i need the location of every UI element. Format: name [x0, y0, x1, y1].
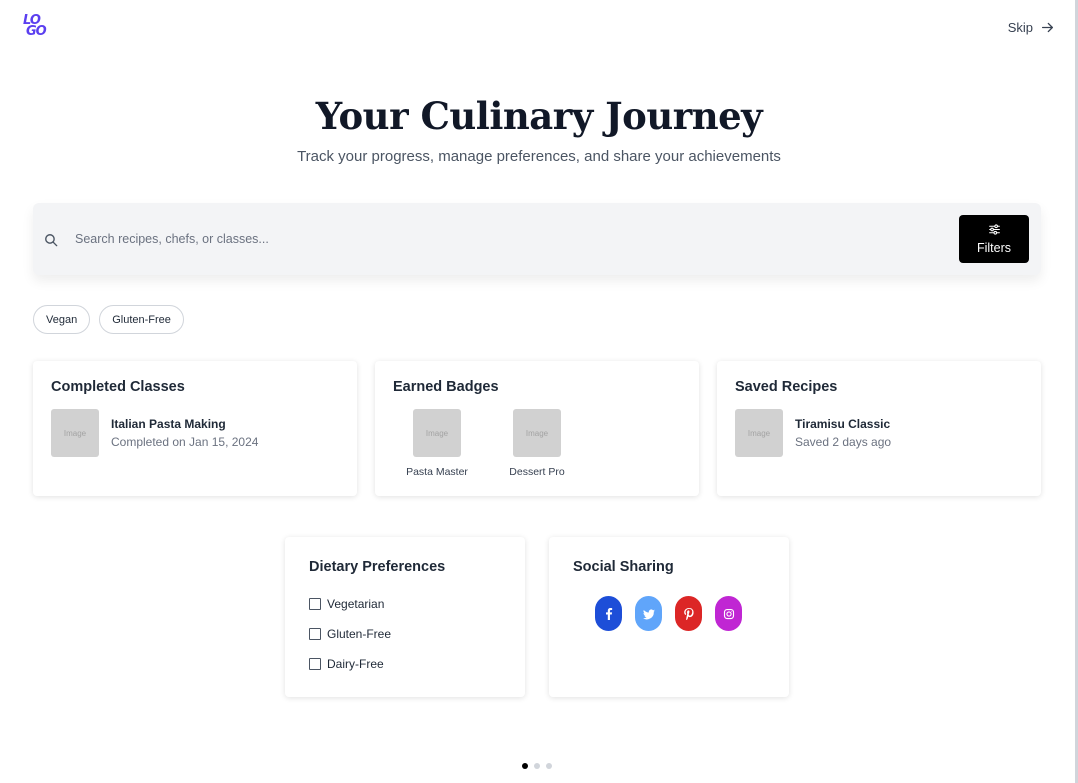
page-title: Your Culinary Journey — [315, 94, 763, 138]
earned-badges-card: Earned Badges Image Pasta Master Image D… — [375, 361, 699, 496]
social-sharing-title: Social Sharing — [573, 559, 674, 575]
saved-recipes-title: Saved Recipes — [735, 379, 838, 395]
chip-vegan[interactable]: Vegan — [33, 305, 91, 334]
chip-label: Gluten-Free — [112, 313, 171, 326]
badge-image: Image — [513, 409, 561, 457]
chip-gluten-free[interactable]: Gluten-Free — [99, 305, 184, 334]
facebook-icon — [605, 607, 612, 620]
arrow-right-icon — [1041, 22, 1054, 33]
filters-label: Filters — [976, 241, 1012, 255]
pref-label: Vegetarian — [327, 597, 385, 611]
badge-label: Pasta Master — [406, 466, 468, 478]
pref-gluten-free[interactable]: Gluten-Free — [309, 627, 391, 641]
skip-button[interactable]: Skip — [1008, 20, 1054, 35]
checkbox[interactable] — [309, 658, 321, 670]
search-bar: Filters — [33, 203, 1041, 275]
filter-chips: Vegan Gluten-Free — [33, 305, 184, 334]
recipe-name[interactable]: Tiramisu Classic — [795, 417, 890, 431]
search-input[interactable] — [75, 225, 935, 253]
social-sharing-card: Social Sharing — [549, 537, 789, 697]
pagination-dot-3[interactable] — [546, 763, 552, 769]
checkbox[interactable] — [309, 628, 321, 640]
dietary-preferences-card: Dietary Preferences Vegetarian Gluten-Fr… — [285, 537, 525, 697]
class-thumbnail: Image — [51, 409, 99, 457]
pref-label: Gluten-Free — [327, 627, 392, 641]
search-icon — [45, 234, 58, 247]
filters-button[interactable]: Filters — [959, 215, 1029, 263]
instagram-icon — [723, 608, 734, 619]
checkbox[interactable] — [309, 598, 321, 610]
badge-item[interactable]: Image Pasta Master — [397, 409, 477, 478]
class-completed-date: Completed on Jan 15, 2024 — [111, 435, 259, 449]
earned-badges-title: Earned Badges — [393, 379, 499, 395]
image-placeholder-text: Image — [525, 428, 549, 438]
pagination-dots — [522, 763, 552, 769]
pinterest-icon — [683, 607, 694, 620]
image-placeholder-text: Image — [425, 428, 449, 438]
badge-item[interactable]: Image Dessert Pro — [497, 409, 577, 478]
pref-label: Dairy-Free — [327, 657, 384, 671]
saved-recipes-card: Saved Recipes Image Tiramisu Classic Sav… — [717, 361, 1041, 496]
share-pinterest-button[interactable] — [675, 596, 702, 631]
badge-label: Dessert Pro — [509, 466, 565, 478]
logo-text-bottom: GO — [26, 24, 47, 39]
completed-classes-title: Completed Classes — [51, 379, 185, 395]
skip-label: Skip — [1007, 20, 1033, 35]
badge-image: Image — [413, 409, 461, 457]
logo[interactable]: LO GO — [23, 14, 53, 43]
share-facebook-button[interactable] — [595, 596, 622, 631]
share-twitter-button[interactable] — [635, 596, 662, 631]
dietary-preferences-title: Dietary Preferences — [309, 559, 446, 575]
pref-vegetarian[interactable]: Vegetarian — [309, 597, 384, 611]
sliders-icon — [988, 224, 1000, 235]
social-buttons — [595, 596, 742, 631]
page-subtitle: Track your progress, manage preferences,… — [297, 148, 781, 165]
pref-dairy-free[interactable]: Dairy-Free — [309, 657, 384, 671]
recipe-thumbnail: Image — [735, 409, 783, 457]
pagination-dot-1[interactable] — [522, 763, 528, 769]
completed-classes-card: Completed Classes Image Italian Pasta Ma… — [33, 361, 357, 496]
pagination-dot-2[interactable] — [534, 763, 540, 769]
image-placeholder-text: Image — [63, 428, 87, 438]
twitter-icon — [642, 608, 655, 619]
recipe-saved-time: Saved 2 days ago — [795, 435, 892, 449]
chip-label: Vegan — [46, 313, 78, 326]
class-name[interactable]: Italian Pasta Making — [111, 417, 226, 431]
share-instagram-button[interactable] — [715, 596, 742, 631]
image-placeholder-text: Image — [747, 428, 771, 438]
